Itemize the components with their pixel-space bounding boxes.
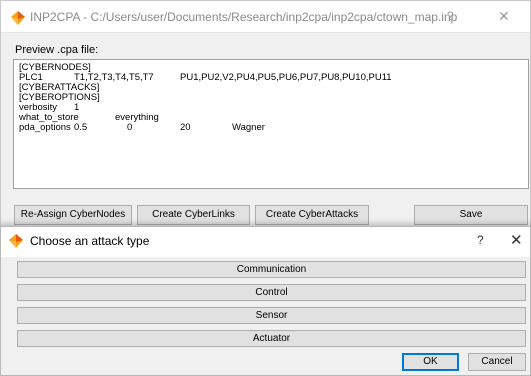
preview-line: verbosity 1 — [19, 103, 523, 113]
app-icon — [10, 10, 26, 26]
help-icon[interactable]: ? — [447, 9, 454, 23]
preview-line: pda_options 0.5 0 20 Wagner — [19, 123, 523, 133]
preview-text: PU1,PU2,V2,PU4,PU5,PU6,PU7,PU8,PU10,PU11 — [180, 72, 392, 83]
attack-type-dialog: Choose an attack type ? ✕ Communication … — [0, 226, 531, 376]
preview-text: 0 — [127, 122, 133, 133]
ok-button[interactable]: OK — [402, 353, 459, 371]
preview-text: Wagner — [232, 122, 265, 133]
main-window-title: INP2CPA - C:/Users/user/Documents/Resear… — [30, 10, 458, 24]
cancel-button[interactable]: Cancel — [468, 353, 526, 371]
preview-line: [CYBEROPTIONS] — [19, 93, 523, 103]
preview-line: what_to_store everything — [19, 113, 523, 123]
close-icon[interactable]: ✕ — [498, 8, 510, 25]
dialog-title: Choose an attack type — [30, 234, 150, 248]
sensor-button[interactable]: Sensor — [17, 307, 526, 324]
control-button[interactable]: Control — [17, 284, 526, 301]
preview-text: pda_options — [19, 122, 71, 133]
actuator-button[interactable]: Actuator — [17, 330, 526, 347]
create-cyberattacks-button[interactable]: Create CyberAttacks — [255, 205, 369, 225]
main-window: INP2CPA - C:/Users/user/Documents/Resear… — [0, 0, 531, 252]
communication-button[interactable]: Communication — [17, 261, 526, 278]
preview-text: everything — [115, 112, 159, 123]
save-button[interactable]: Save — [414, 205, 528, 225]
dialog-close-icon[interactable]: ✕ — [510, 231, 523, 249]
reassign-cybernodes-button[interactable]: Re-Assign CyberNodes — [14, 205, 132, 225]
create-cyberlinks-button[interactable]: Create CyberLinks — [137, 205, 250, 225]
preview-label: Preview .cpa file: — [15, 44, 99, 56]
dialog-help-icon[interactable]: ? — [477, 233, 484, 247]
dialog-app-icon — [8, 233, 24, 249]
preview-textbox[interactable]: [CYBERNODES] PLC1 T1,T2,T3,T4,T5,T7 PU1,… — [13, 59, 529, 189]
dialog-title-bar: Choose an attack type ? ✕ — [1, 227, 530, 257]
main-title-bar: INP2CPA - C:/Users/user/Documents/Resear… — [1, 1, 530, 33]
preview-text: 20 — [180, 122, 191, 133]
preview-text: 0.5 — [74, 122, 88, 133]
